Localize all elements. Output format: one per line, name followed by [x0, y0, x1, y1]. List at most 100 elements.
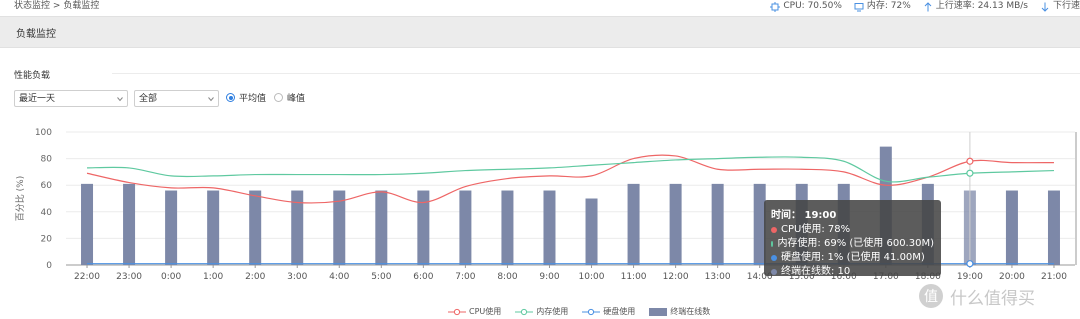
- memory-line: [87, 156, 1054, 183]
- terminal-bar: [1047, 190, 1060, 265]
- terminal-bar: [585, 198, 598, 265]
- x-tick-label: 13:00: [705, 272, 731, 282]
- x-tick-label: 7:00: [455, 272, 475, 282]
- legend-disk[interactable]: 硬盘使用: [582, 306, 635, 317]
- legend-cpu-label: CPU使用: [469, 307, 502, 316]
- download-status: 下行速: [1040, 0, 1080, 13]
- y-tick-label: 0: [46, 261, 52, 271]
- cpu-line: [86, 154, 1054, 204]
- terminal-bar: [207, 190, 220, 265]
- radio-average[interactable]: [226, 93, 235, 102]
- terminal-bar: [81, 183, 94, 265]
- terminal-bar: [627, 183, 640, 265]
- arrow-down-icon: [1041, 2, 1049, 12]
- x-tick-label: 6:00: [413, 272, 433, 282]
- radio-average-label[interactable]: 平均值: [239, 91, 266, 104]
- memory-status: 内存: 72%: [854, 0, 911, 13]
- breadcrumb-load-monitor: 负载监控: [63, 1, 100, 11]
- legend-memory[interactable]: 内存使用: [515, 306, 568, 317]
- cpu-status: CPU: 70.50%: [770, 0, 842, 13]
- x-tick-label: 9:00: [539, 272, 559, 282]
- section-header: 负载监控: [0, 16, 1080, 48]
- chart-legend: CPU使用 内存使用 硬盘使用 终端在线数: [448, 306, 710, 317]
- terminal-bar: [459, 190, 472, 265]
- x-tick-label: 23:00: [116, 272, 142, 282]
- tooltip-row-cpu: CPU使用: 78%: [771, 223, 934, 237]
- tooltip-title: 时间： 19:00: [771, 210, 837, 221]
- x-tick-label: 10:00: [579, 272, 605, 282]
- tooltip-dot-disk: [771, 255, 777, 261]
- x-tick-label: 19:00: [957, 272, 983, 282]
- memory-line-hover-point: [966, 169, 974, 177]
- watermark: 值 什么值得买: [918, 283, 1035, 309]
- scope-select[interactable]: 全部: [134, 90, 219, 107]
- y-tick-label: 100: [35, 128, 52, 138]
- tooltip-row-terminal: 终端在线数: 10: [771, 265, 934, 279]
- x-tick-label: 1:00: [203, 272, 223, 282]
- tooltip-cpu: CPU使用: 78%: [781, 224, 851, 235]
- legend-terminal-label: 终端在线数: [670, 307, 711, 316]
- legend-cpu[interactable]: CPU使用: [448, 306, 501, 317]
- y-tick-label: 80: [41, 155, 53, 165]
- chevron-down-icon: [117, 97, 123, 102]
- cpu-icon: [770, 1, 781, 12]
- x-tick-label: 2:00: [245, 272, 265, 282]
- terminal-bar: [123, 183, 136, 265]
- legend-memory-marker: [515, 308, 534, 315]
- tooltip-mem: 内存使用: 69% (已使用 600.30M): [777, 238, 934, 249]
- terminal-bar: [543, 190, 556, 265]
- download-status-text: 下行速: [1052, 1, 1080, 11]
- tooltip-dot-mem: [771, 241, 774, 247]
- terminal-bar: [1005, 190, 1018, 265]
- section-title: 负载监控: [16, 29, 56, 40]
- tooltip-row-disk: 硬盘使用: 1% (已使用 41.00M): [771, 251, 934, 265]
- legend-terminal-marker: [649, 307, 668, 316]
- terminal-bar: [711, 183, 724, 265]
- x-tick-label: 21:00: [1041, 272, 1067, 282]
- divider: [112, 73, 1080, 74]
- upload-status-text: 上行速率: 24.13 MB/s: [935, 1, 1028, 11]
- chart-tooltip: 时间： 19:00 CPU使用: 78% 内存使用: 69% (已使用 600.…: [764, 200, 941, 279]
- breadcrumb-separator: >: [52, 1, 61, 11]
- y-tick-label: 40: [41, 208, 53, 218]
- legend-terminal[interactable]: 终端在线数: [649, 306, 710, 317]
- svg-text:值: 值: [924, 289, 938, 305]
- y-tick-label: 60: [41, 181, 53, 191]
- y-axis-label: 百分比 (%): [14, 176, 26, 221]
- cpu-status-text: CPU: 70.50%: [783, 1, 842, 11]
- watermark-logo-icon: 值: [919, 284, 943, 308]
- chevron-down-icon: [208, 97, 214, 102]
- legend-cpu-marker: [448, 308, 466, 315]
- breadcrumb: 状态监控 > 负载监控: [14, 0, 99, 13]
- radio-peak[interactable]: [274, 93, 284, 102]
- value-mode-radio-group: 平均值 峰值: [226, 91, 305, 104]
- upload-status: 上行速率: 24.13 MB/s: [923, 0, 1028, 13]
- x-tick-label: 0:00: [161, 272, 181, 282]
- terminal-bar: [375, 190, 388, 265]
- legend-disk-marker: [582, 308, 601, 315]
- system-status: CPU: 70.50% 内存: 72% 上行速率: 24.13 MB/s 下行速: [770, 0, 1080, 13]
- perf-label: 性能负载: [14, 71, 51, 81]
- disk-line-hover-point: [966, 260, 974, 268]
- legend-disk-label: 硬盘使用: [603, 307, 636, 316]
- y-tick-label: 20: [41, 234, 53, 244]
- legend-memory-label: 内存使用: [536, 307, 569, 316]
- tooltip-dot-terminal: [771, 269, 777, 275]
- breadcrumb-status-monitor[interactable]: 状态监控: [14, 1, 50, 11]
- x-tick-label: 8:00: [497, 272, 517, 282]
- x-tick-label: 20:00: [999, 272, 1025, 282]
- x-tick-label: 22:00: [74, 272, 100, 282]
- x-tick-label: 11:00: [621, 272, 647, 282]
- tooltip-row-mem: 内存使用: 69% (已使用 600.30M): [771, 237, 934, 251]
- x-tick-label: 5:00: [371, 272, 391, 282]
- time-range-value: 最近一天: [19, 94, 56, 104]
- x-tick-label: 3:00: [287, 272, 307, 282]
- tooltip-terminal: 终端在线数: 10: [781, 266, 851, 277]
- tooltip-disk: 硬盘使用: 1% (已使用 41.00M): [781, 252, 925, 263]
- radio-peak-label[interactable]: 峰值: [287, 91, 305, 104]
- time-range-select[interactable]: 最近一天: [14, 90, 128, 107]
- x-tick-label: 4:00: [329, 272, 349, 282]
- terminal-bar: [165, 190, 178, 265]
- terminal-bar: [501, 190, 514, 265]
- tooltip-dot-cpu: [771, 227, 777, 233]
